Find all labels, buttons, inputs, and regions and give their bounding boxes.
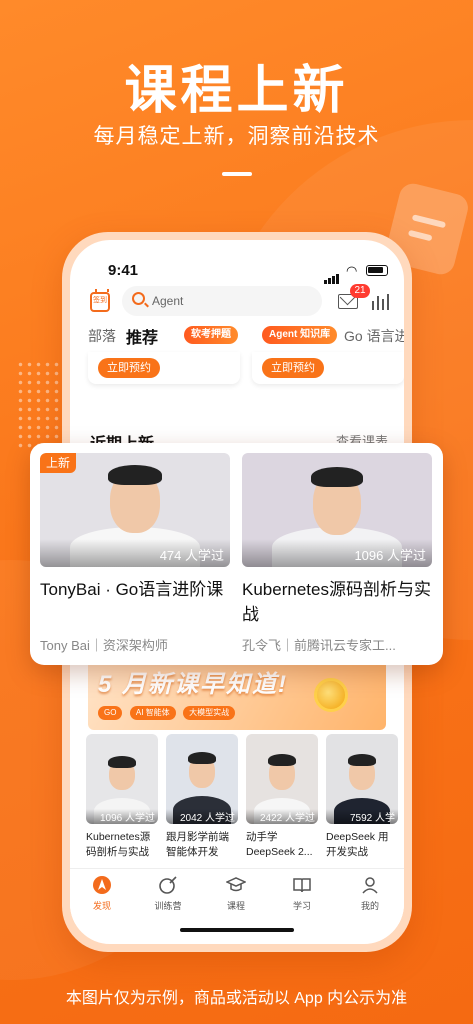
wifi-icon: ◠ — [346, 263, 358, 278]
tabbar-label: 我的 — [360, 901, 379, 911]
featured-course-card[interactable]: 1096 人学过 Kubernetes源码剖析与实战 孔令飞｜前腾讯云专家工..… — [242, 453, 432, 654]
discover-icon — [92, 875, 112, 895]
signal-icon — [324, 266, 340, 284]
top-bar: 签到 Agent 21 — [70, 284, 404, 318]
tabbar-label: 学习 — [292, 901, 311, 911]
course-title: DeepSeek 用开发实战 — [326, 831, 389, 858]
learner-count: 7592 人学 — [326, 809, 398, 824]
course-title: Kubernetes源码剖析与实战 — [242, 580, 431, 624]
learner-count: 2042 人学过 — [166, 809, 238, 824]
status-time: 9:41 — [108, 262, 139, 279]
featured-course-card[interactable]: 上新 474 人学过 TonyBai · Go语言进阶课 Tony Bai｜资深… — [40, 453, 230, 654]
banner-tag: GO — [98, 706, 123, 720]
course-author: Tony Bai｜资深架构师 — [40, 638, 168, 653]
learner-count: 2422 人学过 — [246, 809, 318, 824]
tabbar-camp[interactable]: 训练营 — [138, 875, 198, 912]
banner-tags: GO AI 智能体 大模型实战 — [98, 702, 238, 720]
hero-divider — [222, 172, 252, 176]
hero-title: 课程上新 — [124, 62, 349, 120]
course-photo: 1096 人学过 — [242, 453, 432, 567]
profile-icon — [360, 875, 380, 895]
coin-decoration-icon — [314, 678, 348, 712]
tab-agent-kb[interactable]: Agent 知识库 — [262, 326, 338, 344]
tabbar-label: 训练营 — [154, 901, 182, 911]
course-carousel: 1096 人学过 Kubernetes源码剖析与实战 2042 人学过 跟月影学… — [70, 734, 404, 864]
status-bar: 9:41 ◠ — [70, 262, 404, 284]
tab-ruankao[interactable]: 软考押题 — [184, 326, 238, 344]
course-photo: 1096 人学过 — [86, 734, 158, 824]
course-title: Kubernetes源码剖析与实战 — [86, 831, 151, 858]
course-title: 动手学 DeepSeek 2... — [246, 831, 313, 858]
new-courses-popup-card: 上新 474 人学过 TonyBai · Go语言进阶课 Tony Bai｜资深… — [30, 443, 443, 665]
sign-in-label: 签到 — [93, 297, 107, 304]
calendar-sign-in-icon[interactable]: 签到 — [90, 289, 110, 312]
course-card[interactable]: 2042 人学过 跟月影学前端智能体开发 — [166, 734, 238, 860]
tabbar-label: 发现 — [92, 901, 111, 911]
course-author: 孔令飞｜前腾讯云专家工... — [242, 638, 396, 653]
dot-pattern-decoration — [16, 360, 60, 450]
tab-recommend[interactable]: 推荐 — [126, 324, 158, 348]
live-card[interactable]: 立即预约 — [88, 352, 240, 384]
banner-tag: 大模型实战 — [183, 706, 236, 720]
tabbar-profile[interactable]: 我的 — [340, 875, 400, 912]
home-indicator — [180, 928, 294, 932]
course-title: 跟月影学前端智能体开发 — [166, 831, 229, 858]
category-tabs: 部落 推荐 软考押题 Agent 知识库 Go 语言进 — [70, 320, 404, 350]
course-photo: 上新 474 人学过 — [40, 453, 230, 567]
hero-subtitle: 每月稳定上新，洞察前沿技术 — [93, 125, 380, 148]
ranking-chart-icon[interactable] — [370, 294, 390, 310]
book-icon — [292, 875, 312, 895]
course-card[interactable]: 2422 人学过 动手学 DeepSeek 2... — [246, 734, 318, 860]
learner-count: 1096 人学过 — [86, 809, 158, 824]
tabbar-discover[interactable]: 发现 — [72, 875, 132, 912]
reserve-button[interactable]: 立即预约 — [98, 358, 160, 378]
new-tag: 上新 — [40, 453, 77, 473]
learner-count: 1096 人学过 — [242, 539, 432, 567]
tabbar-study[interactable]: 学习 — [272, 875, 332, 912]
search-placeholder: Agent — [152, 294, 184, 308]
tabbar-label: 课程 — [226, 901, 245, 911]
course-title: TonyBai · Go语言进阶课 — [40, 580, 224, 599]
disclaimer-text: 本图片仅为示例，商品或活动以 App 内公示为准 — [65, 990, 408, 1007]
tab-buluo[interactable]: 部落 — [88, 326, 116, 346]
banner-text: 5 月新课早知道! — [98, 671, 289, 698]
live-card[interactable]: 立即预约 — [252, 352, 404, 384]
reserve-button[interactable]: 立即预约 — [262, 358, 324, 378]
graduation-cap-icon — [225, 875, 247, 895]
course-card[interactable]: 7592 人学 DeepSeek 用开发实战 — [326, 734, 398, 860]
bottom-tab-bar: 发现 训练营 课程 学习 我的 — [70, 868, 404, 924]
tab-go[interactable]: Go 语言进 — [344, 326, 404, 346]
tabbar-courses[interactable]: 课程 — [206, 875, 266, 912]
camp-icon — [158, 875, 178, 895]
learner-count: 474 人学过 — [40, 539, 230, 567]
banner-tag: AI 智能体 — [129, 706, 176, 720]
course-photo: 7592 人学 — [326, 734, 398, 824]
battery-icon — [366, 265, 388, 276]
search-bar[interactable]: Agent — [122, 286, 322, 316]
promo-page: 课程上新 每月稳定上新，洞察前沿技术 9:41 ◠ 签到 Agent 21 部落… — [0, 0, 473, 1024]
course-card[interactable]: 1096 人学过 Kubernetes源码剖析与实战 — [86, 734, 158, 860]
course-photo: 2042 人学过 — [166, 734, 238, 824]
promo-banner[interactable]: 5 月新课早知道! GO AI 智能体 大模型实战 — [88, 660, 386, 730]
reserve-row: 立即预约 立即预约 — [70, 352, 404, 386]
course-photo: 2422 人学过 — [246, 734, 318, 824]
message-badge: 21 — [350, 284, 370, 298]
search-icon — [132, 292, 145, 305]
